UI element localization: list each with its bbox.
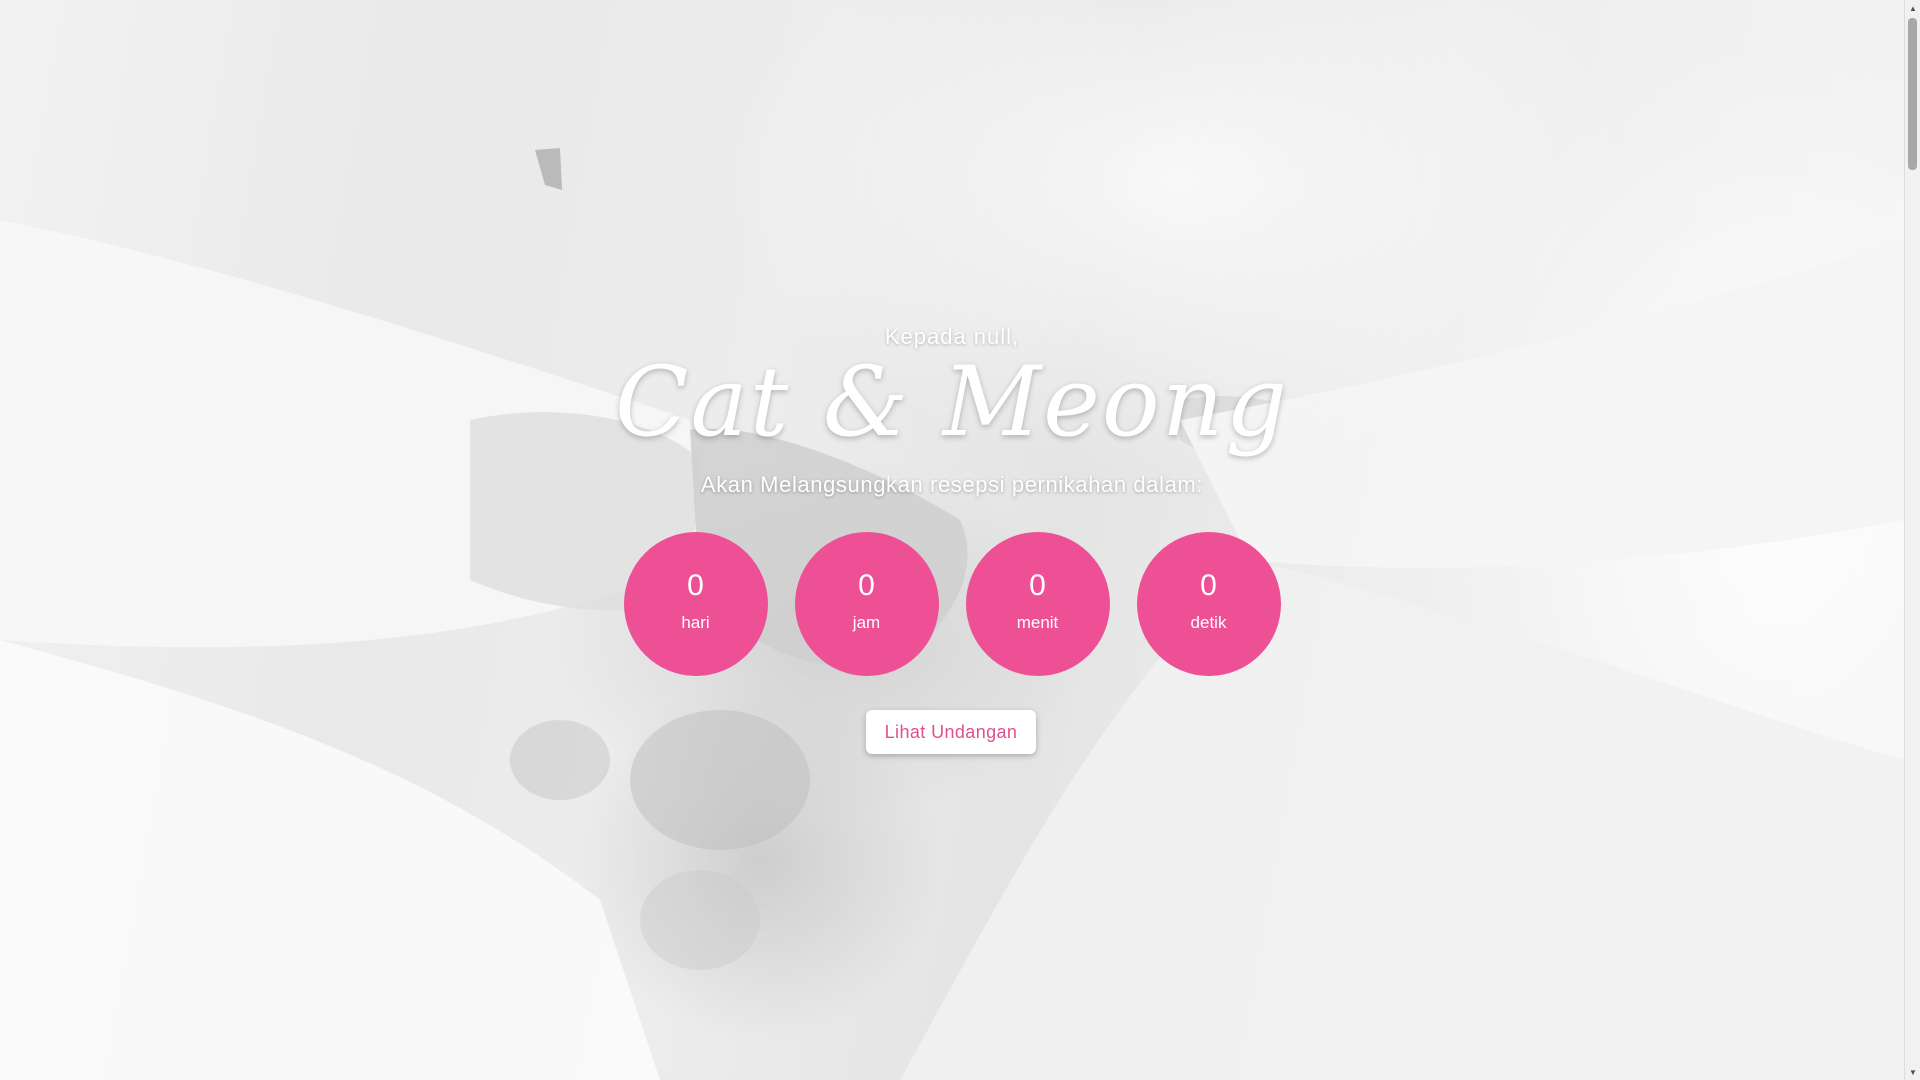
countdown: 0 hari 0 jam 0 menit 0 detik <box>0 532 1904 676</box>
viewport: Kepada null, Cat & Meong Akan Melangsung… <box>0 0 1920 1080</box>
vertical-scrollbar[interactable]: ▲ ▼ <box>1904 0 1920 1080</box>
countdown-seconds: 0 detik <box>1136 532 1281 676</box>
countdown-minutes: 0 menit <box>965 532 1110 676</box>
countdown-minutes-value: 0 <box>1029 569 1046 602</box>
countdown-seconds-label: detik <box>1190 613 1227 632</box>
countdown-seconds-value: 0 <box>1200 569 1217 602</box>
scroll-down-arrow-icon[interactable]: ▼ <box>1905 1064 1920 1080</box>
countdown-minutes-label: menit <box>1016 613 1059 632</box>
scroll-up-arrow-icon[interactable]: ▲ <box>1905 0 1920 16</box>
countdown-hours-label: jam <box>852 613 881 632</box>
hero-section: Kepada null, Cat & Meong Akan Melangsung… <box>0 0 1904 1080</box>
countdown-days-value: 0 <box>687 569 704 602</box>
countdown-days: 0 hari <box>623 532 768 676</box>
countdown-days-label: hari <box>681 613 710 632</box>
couple-names: Cat & Meong <box>615 346 1289 458</box>
view-invitation-button[interactable]: Lihat Undangan <box>866 710 1036 754</box>
subtitle-text: Akan Melangsungkan resepsi pernikahan da… <box>700 472 1204 497</box>
countdown-hours: 0 jam <box>794 532 939 676</box>
scrollbar-thumb[interactable] <box>1908 18 1917 170</box>
countdown-hours-value: 0 <box>858 569 875 602</box>
